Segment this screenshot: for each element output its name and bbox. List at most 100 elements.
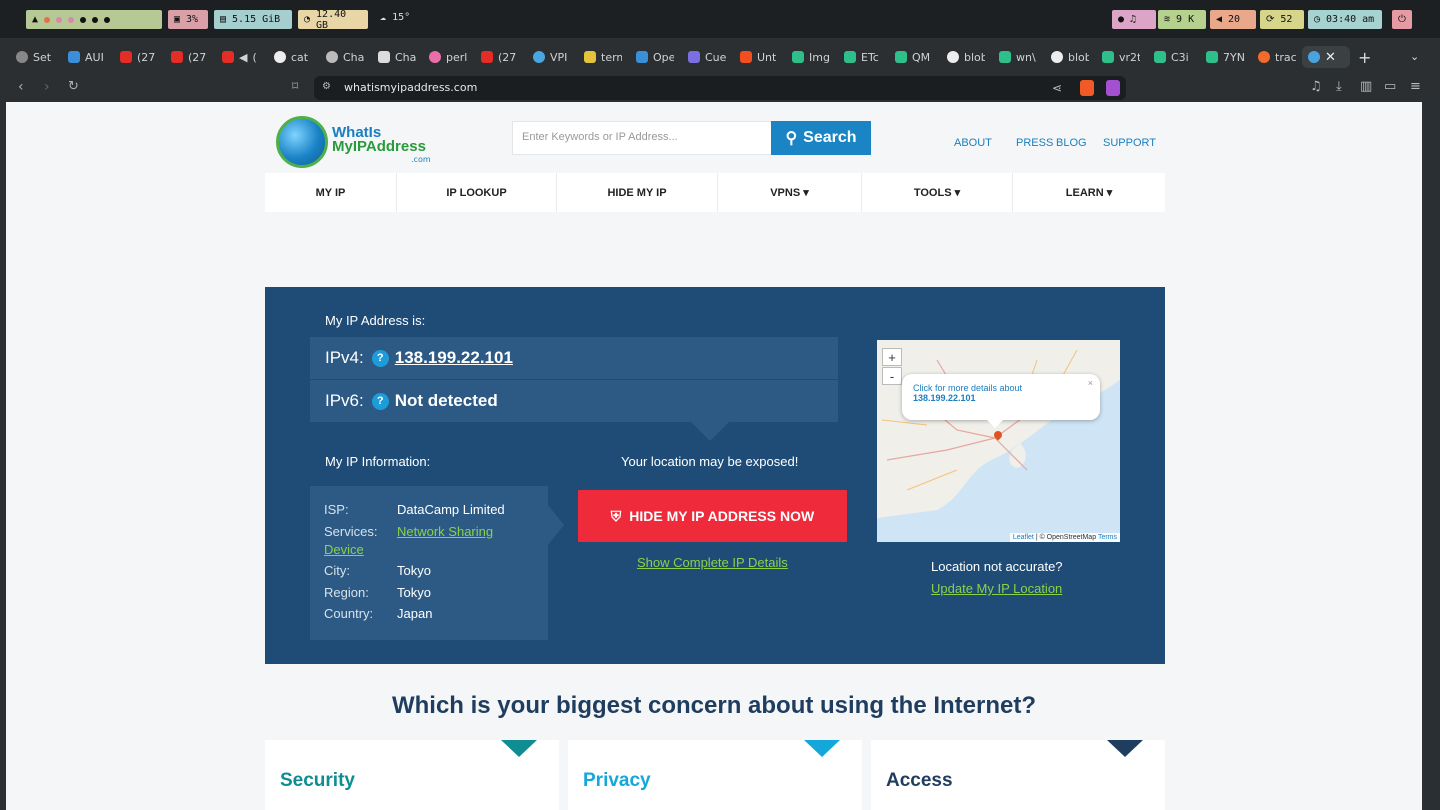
help-icon[interactable]: ? (371, 349, 389, 367)
region-key: Region: (324, 585, 369, 600)
share-icon[interactable]: ⋖ (1052, 81, 1062, 95)
tab[interactable]: QM (895, 46, 933, 68)
brave-shields-icon[interactable] (1080, 80, 1094, 96)
bookmark-icon[interactable]: ⌑ (292, 79, 298, 93)
tab[interactable]: (27 (171, 46, 209, 68)
tab[interactable]: Img (792, 46, 830, 68)
close-tab-icon[interactable]: ✕ (1325, 50, 1336, 65)
tab-label: (27 (498, 50, 517, 64)
services-row-2: Device (324, 542, 364, 557)
tab[interactable]: C3i (1154, 46, 1192, 68)
tab[interactable]: (27 (120, 46, 158, 68)
search-button[interactable]: ⚲ Search (771, 121, 871, 155)
security-card[interactable]: Security (265, 740, 559, 810)
privacy-card[interactable]: Privacy (568, 740, 862, 810)
sidebar-icon[interactable]: ▥ (1360, 79, 1372, 94)
tab[interactable]: Cha (378, 46, 416, 68)
back-button[interactable]: ‹ (18, 79, 24, 95)
tab-label: term (601, 50, 622, 64)
ipv4-value[interactable]: 138.199.22.101 (395, 348, 513, 368)
updates-widget[interactable]: ⟳ 52 (1260, 10, 1304, 29)
tab-list-chevron-icon[interactable]: ⌄ (1410, 50, 1419, 63)
tab[interactable]: Ope (636, 46, 674, 68)
nav-learn[interactable]: LEARN ▾ (1013, 173, 1165, 212)
tab[interactable]: ETc (844, 46, 882, 68)
zoom-in-button[interactable]: + (882, 348, 902, 366)
brave-rewards-icon[interactable] (1106, 80, 1120, 96)
tab[interactable]: perl (429, 46, 467, 68)
security-card-title: Security (280, 770, 355, 791)
tab[interactable]: AUI (68, 46, 106, 68)
support-link[interactable]: SUPPORT (1103, 137, 1156, 149)
url-text[interactable]: whatismyipaddress.com (344, 81, 477, 94)
tab[interactable]: (27 (481, 46, 519, 68)
system-bar: ▲ ▣ 3% ▤ 5.15 GiB ◔ 12.40 GB ☁ 15° ● ♫ ≋ 9 K … (0, 0, 1440, 38)
location-map[interactable]: + - Click for more details about 138.199… (877, 340, 1120, 542)
wallet-icon[interactable]: ▭ (1384, 79, 1396, 94)
tab[interactable]: Cha (326, 46, 364, 68)
site-logo[interactable]: WhatIs MyIPAddress .com (276, 116, 436, 170)
tab[interactable]: blob (947, 46, 985, 68)
isp-value: DataCamp Limited (397, 502, 505, 517)
map-popup[interactable]: Click for more details about 138.199.22.… (902, 374, 1100, 420)
volume-widget[interactable]: ◀ 20 (1210, 10, 1256, 29)
blog-link[interactable]: BLOG (1056, 137, 1087, 149)
nav-ip-lookup[interactable]: IP LOOKUP (397, 173, 557, 212)
tab-active[interactable]: ✕ (1302, 46, 1350, 68)
tab[interactable]: Unt (740, 46, 778, 68)
workspace-dot-icon (44, 16, 51, 23)
leaflet-link[interactable]: Leaflet (1013, 534, 1034, 541)
services-link-2[interactable]: Device (324, 542, 364, 557)
app-icon (895, 51, 907, 63)
workspace-indicator[interactable]: ▲ (26, 10, 162, 29)
access-card[interactable]: Access (871, 740, 1165, 810)
tab[interactable]: ◀( (222, 46, 260, 68)
services-link[interactable]: Network Sharing (397, 524, 493, 539)
tab[interactable]: term (584, 46, 622, 68)
popup-close-icon[interactable]: × (1088, 378, 1093, 388)
nav-my-ip[interactable]: MY IP (265, 173, 397, 212)
site-info-icon[interactable]: ⚙ (322, 81, 331, 92)
new-tab-button[interactable]: + (1358, 48, 1371, 67)
about-link[interactable]: ABOUT (954, 137, 992, 149)
tab[interactable]: cat (274, 46, 312, 68)
search-input[interactable]: Enter Keywords or IP Address... (512, 121, 772, 155)
nav-vpns[interactable]: VPNS ▾ (718, 173, 862, 212)
tab[interactable]: vr2t (1102, 46, 1140, 68)
download-icon[interactable]: ⤓ (1336, 79, 1342, 94)
tab[interactable]: trac (1258, 46, 1296, 68)
reload-button[interactable]: ↻ (68, 79, 79, 94)
power-button[interactable]: ⏻ (1392, 10, 1412, 29)
nav-tools[interactable]: TOOLS ▾ (862, 173, 1013, 212)
tab[interactable]: Cue (688, 46, 726, 68)
workspace-dot-icon (104, 16, 111, 23)
github-icon (947, 51, 959, 63)
github-icon (274, 51, 286, 63)
media-widget[interactable]: ● ♫ (1112, 10, 1156, 29)
tab-label: (27 (188, 50, 207, 64)
help-icon[interactable]: ? (371, 392, 389, 410)
tab[interactable]: wn\ (999, 46, 1037, 68)
nav-hide-my-ip[interactable]: HIDE MY IP (557, 173, 718, 212)
tab-label: Cha (395, 50, 416, 64)
region-row: Region: Tokyo (324, 585, 431, 600)
hide-my-ip-button[interactable]: ⛨ HIDE MY IP ADDRESS NOW (578, 490, 847, 542)
tab[interactable]: blob (1051, 46, 1089, 68)
show-details-link[interactable]: Show Complete IP Details (637, 555, 788, 570)
media-icon[interactable]: ♫ (1310, 79, 1322, 94)
zoom-out-button[interactable]: - (882, 367, 902, 385)
weather-value: 15° (392, 12, 411, 23)
youtube-icon (481, 51, 493, 63)
tab[interactable]: 7YN (1206, 46, 1244, 68)
press-link[interactable]: PRESS (1016, 137, 1053, 149)
forward-button[interactable]: › (44, 79, 50, 95)
weather-widget: ☁ 15° (380, 12, 410, 23)
terms-link[interactable]: Terms (1098, 534, 1117, 541)
tab[interactable]: VPI (533, 46, 571, 68)
update-location-link[interactable]: Update My IP Location (931, 581, 1062, 596)
tab[interactable]: Set (16, 46, 54, 68)
address-bar[interactable]: ⚙ whatismyipaddress.com ⋖ (314, 76, 1126, 100)
popup-text: Click for more details about (913, 383, 1023, 393)
menu-icon[interactable]: ≡ (1410, 79, 1421, 94)
tab-label: AUI (85, 50, 104, 64)
